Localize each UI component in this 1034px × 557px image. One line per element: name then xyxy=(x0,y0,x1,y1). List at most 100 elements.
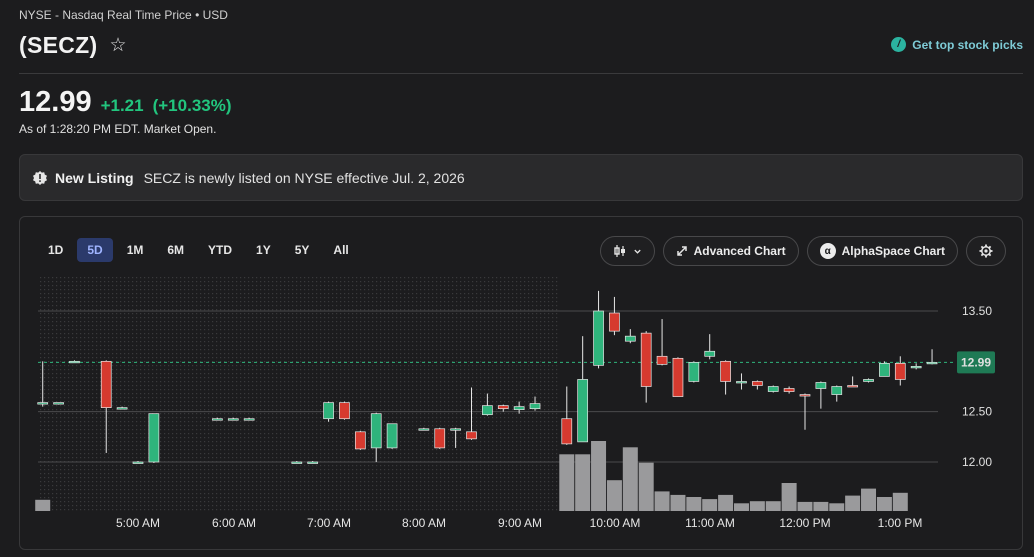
new-listing-banner: New Listing SECZ is newly listed on NYSE… xyxy=(19,154,1023,201)
bolt-icon: / xyxy=(891,37,907,52)
top-picks-link[interactable]: / Get top stock picks xyxy=(891,37,1023,52)
price-row: 12.99 +1.21 (+10.33%) xyxy=(19,86,232,119)
candle-body xyxy=(672,357,684,397)
volume-bar xyxy=(861,488,877,511)
candle-body xyxy=(815,382,827,389)
x-tick-label: 5:00 AM xyxy=(116,516,160,530)
y-tick-label: 13.50 xyxy=(962,304,992,318)
ticker-row: (SECZ) ☆ xyxy=(19,32,127,59)
volume-bar xyxy=(876,497,892,511)
volume-bar xyxy=(654,491,670,511)
x-tick-label: 9:00 AM xyxy=(498,516,542,530)
volume-bar xyxy=(829,503,845,511)
candle-body xyxy=(640,332,652,387)
candle-body xyxy=(783,388,795,392)
candle-body xyxy=(212,418,223,421)
pre-market-shading xyxy=(38,275,560,511)
y-tick-label: 12.00 xyxy=(962,455,992,469)
candle-body xyxy=(482,405,493,416)
volume-bar xyxy=(781,483,797,511)
candle-body xyxy=(688,361,700,382)
candle-body xyxy=(529,403,541,409)
candle-body xyxy=(450,428,461,431)
candle-body xyxy=(354,431,366,450)
candle-body xyxy=(720,360,731,382)
candle-body xyxy=(863,379,874,382)
x-tick-label: 7:00 AM xyxy=(307,516,351,530)
candle-body xyxy=(513,406,525,411)
candle-body xyxy=(243,418,255,421)
exchange-label: NYSE - Nasdaq Real Time Price • USD xyxy=(19,8,228,22)
volume-bar xyxy=(670,494,686,511)
current-price: 12.99 xyxy=(19,86,92,118)
price-change-pct: (+10.33%) xyxy=(152,96,232,115)
candle-body xyxy=(847,385,858,388)
volume-bar xyxy=(35,499,51,511)
candle-body xyxy=(132,461,144,464)
as-of-timestamp: As of 1:28:20 PM EDT. Market Open. xyxy=(19,122,217,136)
badge-icon xyxy=(33,170,47,185)
volume-bar xyxy=(845,495,861,511)
chart-panel: 1D 5D 1M 6M YTD 1Y 5Y All Advanced Chart α Alp xyxy=(19,216,1023,550)
price-change: +1.21 xyxy=(100,96,144,115)
candle-body xyxy=(418,428,430,431)
candle-body xyxy=(291,461,303,464)
candle-body xyxy=(370,413,382,449)
top-picks-label: Get top stock picks xyxy=(912,37,1023,52)
candle-body xyxy=(910,366,922,369)
x-tick-label: 1:00 PM xyxy=(878,516,923,530)
last-price-label: 12.99 xyxy=(961,355,991,369)
x-tick-label: 6:00 AM xyxy=(212,516,256,530)
candle-body xyxy=(227,418,239,421)
volume-bar xyxy=(813,501,829,511)
volume-bar xyxy=(733,503,749,511)
x-tick-label: 12:00 PM xyxy=(779,516,830,530)
star-outline-icon[interactable]: ☆ xyxy=(109,36,126,55)
volume-bar xyxy=(559,454,575,511)
volume-bar xyxy=(622,447,638,511)
candle-body xyxy=(497,405,509,409)
candle-body xyxy=(799,394,811,397)
new-listing-message: SECZ is newly listed on NYSE effective J… xyxy=(143,169,465,186)
candle-body xyxy=(323,402,334,420)
candle-body xyxy=(704,350,716,357)
new-listing-title: New Listing xyxy=(55,169,134,186)
candle-body xyxy=(100,360,112,408)
candle-body xyxy=(434,428,446,449)
x-tick-label: 10:00 AM xyxy=(590,516,641,530)
candle-body xyxy=(53,402,64,405)
volume-bar xyxy=(575,454,591,511)
candlestick-chart[interactable]: 13.50 12.50 12.00 5:00 AM 6:00 AM 7:00 AM 8:00… xyxy=(20,217,1022,549)
candle-body xyxy=(624,335,636,342)
candle-body xyxy=(116,407,128,410)
volume-bar xyxy=(638,462,654,511)
candle-body xyxy=(736,381,747,384)
candle-body xyxy=(466,431,477,440)
candle-body xyxy=(831,386,843,395)
volume-bar xyxy=(606,480,622,511)
candle-body xyxy=(148,413,160,463)
candle-body xyxy=(926,361,938,365)
candle-body xyxy=(37,402,49,405)
x-tick-label: 8:00 AM xyxy=(402,516,446,530)
candle-body xyxy=(656,355,668,365)
volume-bar xyxy=(718,494,734,511)
candle-body xyxy=(894,362,906,380)
x-tick-label: 11:00 AM xyxy=(685,516,735,530)
candle-body xyxy=(609,312,620,332)
volume-bar xyxy=(702,499,718,511)
y-tick-label: 12.50 xyxy=(962,405,992,419)
candle-body xyxy=(577,379,589,443)
volume-bar xyxy=(686,497,702,511)
candle-body xyxy=(339,402,350,420)
candle-body xyxy=(386,423,398,449)
header-divider xyxy=(19,73,1023,74)
volume-bar xyxy=(765,501,781,511)
candle-body xyxy=(593,310,604,366)
candle-body xyxy=(307,461,319,464)
candle-body xyxy=(69,360,80,364)
ticker-symbol: (SECZ) xyxy=(19,32,98,58)
volume-bar xyxy=(892,492,908,511)
volume-bar xyxy=(749,501,765,511)
candle-body xyxy=(752,381,763,386)
